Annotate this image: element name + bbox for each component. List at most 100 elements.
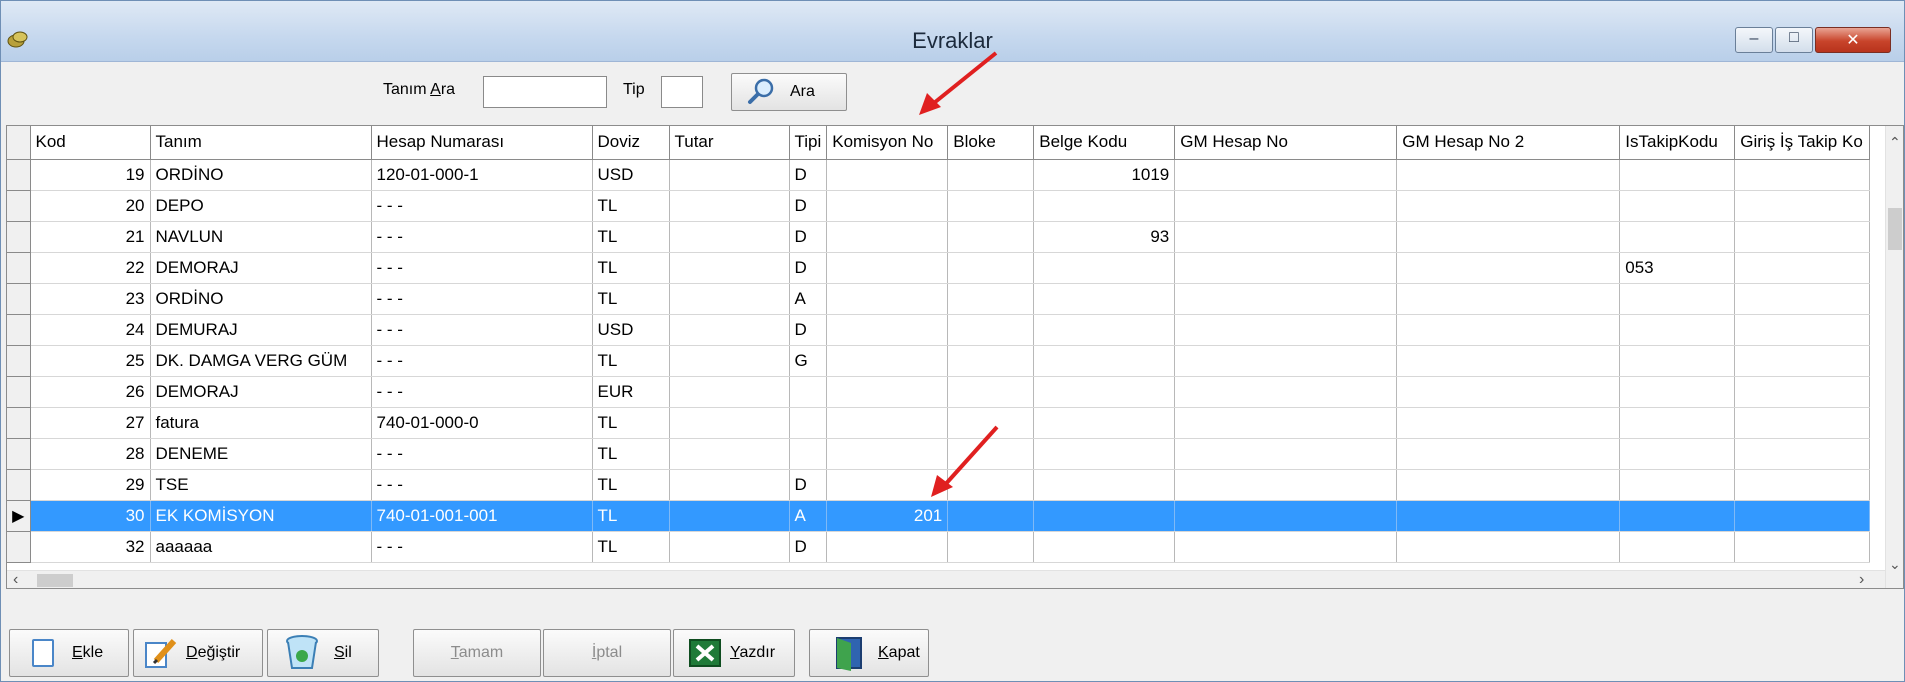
vertical-scroll-thumb[interactable]: [1888, 208, 1902, 250]
cell-istakip[interactable]: [1619, 345, 1736, 377]
cell-giris[interactable]: [1734, 314, 1871, 346]
column-header-kod[interactable]: Kod: [30, 126, 151, 160]
cell-bloke[interactable]: [947, 531, 1035, 563]
cell-kod[interactable]: 29: [30, 469, 151, 501]
cell-bloke[interactable]: [947, 190, 1035, 222]
column-header-giris[interactable]: Giriş İş Takip Ko: [1734, 126, 1871, 160]
cell-komisyon[interactable]: [826, 159, 949, 191]
cell-gm2[interactable]: [1396, 407, 1621, 439]
cell-tutar[interactable]: [669, 190, 790, 222]
cell-tipi[interactable]: D: [789, 314, 828, 346]
ara-button[interactable]: Ara: [731, 73, 847, 111]
cell-tanim[interactable]: aaaaaa: [150, 531, 372, 563]
cell-belge[interactable]: [1033, 314, 1176, 346]
cell-komisyon[interactable]: [826, 283, 949, 315]
cell-doviz[interactable]: TL: [592, 407, 670, 439]
cell-gm2[interactable]: [1396, 283, 1621, 315]
cell-tipi[interactable]: A: [789, 500, 828, 532]
cell-tutar[interactable]: [669, 500, 790, 532]
row-indicator[interactable]: [7, 314, 31, 346]
cell-hesap[interactable]: - - -: [371, 531, 593, 563]
cell-gm[interactable]: [1174, 345, 1398, 377]
cell-tutar[interactable]: [669, 376, 790, 408]
cell-doviz[interactable]: TL: [592, 531, 670, 563]
sil-button[interactable]: Sil: [267, 629, 379, 677]
table-row[interactable]: 26 DEMORAJ - - - EUR: [7, 376, 1871, 408]
cell-istakip[interactable]: [1619, 438, 1736, 470]
vertical-scrollbar[interactable]: ⌃ ⌄: [1885, 126, 1903, 588]
cell-giris[interactable]: [1734, 531, 1871, 563]
cell-giris[interactable]: [1734, 376, 1871, 408]
row-indicator[interactable]: [7, 376, 31, 408]
cell-belge[interactable]: [1033, 531, 1176, 563]
cell-istakip[interactable]: [1619, 469, 1736, 501]
cell-tipi[interactable]: D: [789, 190, 828, 222]
cell-gm[interactable]: [1174, 376, 1398, 408]
row-indicator[interactable]: [7, 531, 31, 563]
cell-istakip[interactable]: [1619, 190, 1736, 222]
cell-kod[interactable]: 23: [30, 283, 151, 315]
cell-istakip[interactable]: [1619, 221, 1736, 253]
row-indicator[interactable]: ▶: [7, 500, 31, 532]
scroll-down-icon[interactable]: ⌄: [1889, 556, 1901, 573]
cell-tipi[interactable]: D: [789, 252, 828, 284]
cell-giris[interactable]: [1734, 500, 1871, 532]
cell-tanim[interactable]: DENEME: [150, 438, 372, 470]
cell-hesap[interactable]: - - -: [371, 190, 593, 222]
cell-doviz[interactable]: TL: [592, 469, 670, 501]
tamam-button[interactable]: Tamam: [413, 629, 541, 677]
cell-gm[interactable]: [1174, 438, 1398, 470]
table-row[interactable]: 21 NAVLUN - - - TL D 93: [7, 221, 1871, 253]
cell-belge[interactable]: [1033, 283, 1176, 315]
cell-tutar[interactable]: [669, 345, 790, 377]
row-indicator[interactable]: [7, 345, 31, 377]
cell-belge[interactable]: [1033, 190, 1176, 222]
cell-tipi[interactable]: [789, 438, 828, 470]
cell-gm[interactable]: [1174, 314, 1398, 346]
cell-gm2[interactable]: [1396, 500, 1621, 532]
column-header-tutar[interactable]: Tutar: [669, 126, 790, 160]
cell-tanim[interactable]: EK KOMİSYON: [150, 500, 372, 532]
cell-tipi[interactable]: D: [789, 221, 828, 253]
cell-kod[interactable]: 28: [30, 438, 151, 470]
cell-bloke[interactable]: [947, 500, 1035, 532]
cell-giris[interactable]: [1734, 159, 1871, 191]
cell-tanim[interactable]: TSE: [150, 469, 372, 501]
cell-komisyon[interactable]: [826, 221, 949, 253]
horizontal-scroll-thumb[interactable]: [37, 574, 73, 587]
cell-tutar[interactable]: [669, 314, 790, 346]
tip-input[interactable]: [661, 76, 703, 108]
column-header-tipi[interactable]: Tipi: [789, 126, 828, 160]
cell-bloke[interactable]: [947, 221, 1035, 253]
cell-kod[interactable]: 21: [30, 221, 151, 253]
cell-komisyon[interactable]: [826, 376, 949, 408]
cell-hesap[interactable]: - - -: [371, 469, 593, 501]
table-row[interactable]: 22 DEMORAJ - - - TL D 053: [7, 252, 1871, 284]
cell-tutar[interactable]: [669, 159, 790, 191]
horizontal-scrollbar[interactable]: ‹ ›: [7, 570, 1885, 588]
cell-giris[interactable]: [1734, 190, 1871, 222]
cell-kod[interactable]: 20: [30, 190, 151, 222]
cell-gm2[interactable]: [1396, 159, 1621, 191]
minimize-button[interactable]: –: [1735, 27, 1773, 53]
row-indicator[interactable]: [7, 252, 31, 284]
cell-doviz[interactable]: USD: [592, 159, 670, 191]
cell-istakip[interactable]: [1619, 531, 1736, 563]
cell-kod[interactable]: 24: [30, 314, 151, 346]
cell-doviz[interactable]: TL: [592, 345, 670, 377]
column-header-gm2[interactable]: GM Hesap No 2: [1396, 126, 1621, 160]
evrak-grid[interactable]: Kod Tanım Hesap Numarası Doviz Tutar Tipi Komi…: [6, 125, 1904, 589]
yazdir-button[interactable]: Yazdır: [673, 629, 795, 677]
cell-komisyon[interactable]: 201: [826, 500, 949, 532]
cell-gm2[interactable]: [1396, 252, 1621, 284]
close-window-button[interactable]: ✕: [1815, 27, 1891, 53]
cell-tanim[interactable]: DEMURAJ: [150, 314, 372, 346]
cell-bloke[interactable]: [947, 345, 1035, 377]
cell-hesap[interactable]: - - -: [371, 345, 593, 377]
column-header-bloke[interactable]: Bloke: [947, 126, 1035, 160]
cell-hesap[interactable]: 740-01-001-001: [371, 500, 593, 532]
cell-hesap[interactable]: - - -: [371, 283, 593, 315]
cell-tipi[interactable]: [789, 376, 828, 408]
cell-tipi[interactable]: D: [789, 159, 828, 191]
cell-belge[interactable]: [1033, 252, 1176, 284]
